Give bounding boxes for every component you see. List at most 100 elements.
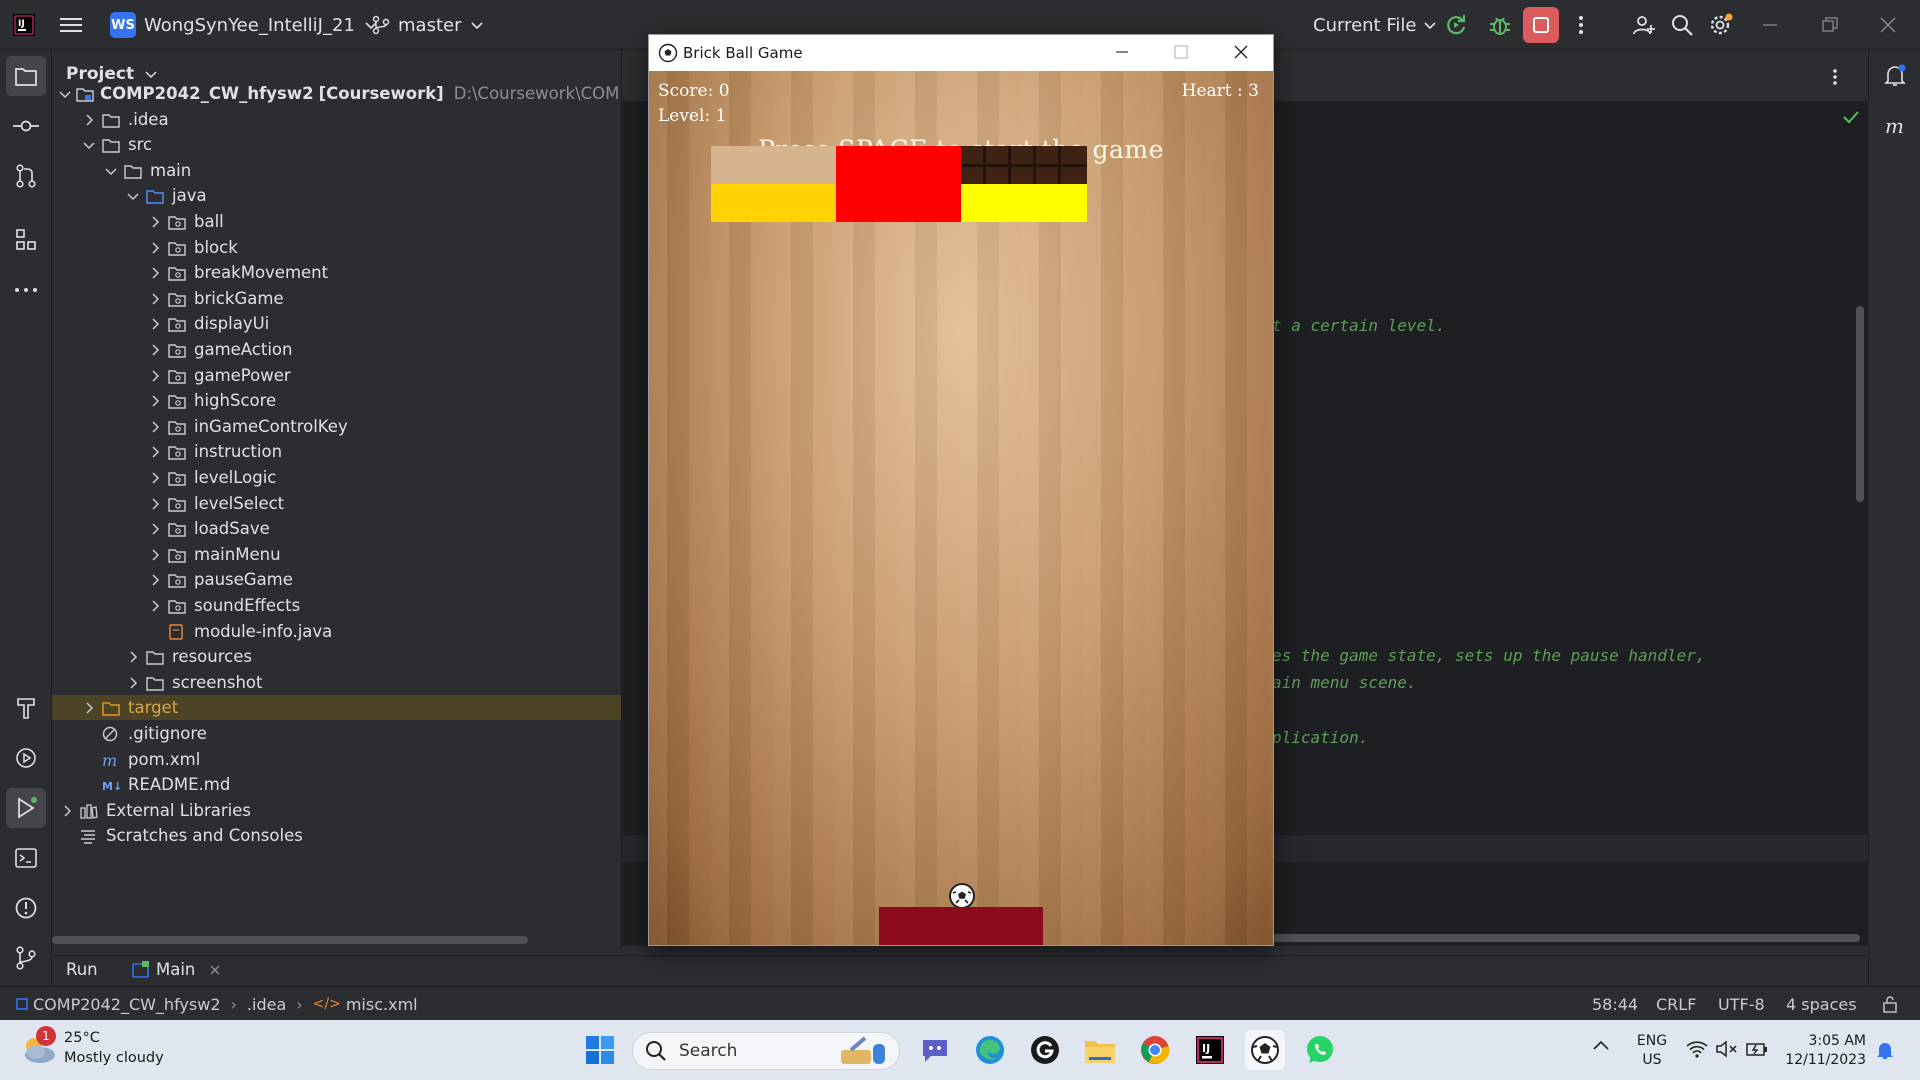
editor-more-icon[interactable] bbox=[1832, 68, 1838, 86]
brick-ball-game-taskbar-icon[interactable] bbox=[1245, 1030, 1285, 1070]
chevron-down-icon[interactable] bbox=[80, 138, 98, 152]
windows-start-icon[interactable] bbox=[580, 1030, 620, 1070]
tree-item[interactable]: External Libraries bbox=[52, 798, 621, 823]
tree-item[interactable]: ball bbox=[52, 209, 621, 234]
chevron-right-icon[interactable] bbox=[58, 804, 76, 818]
file-encoding[interactable]: UTF-8 bbox=[1718, 987, 1765, 1021]
chrome-browser-icon[interactable] bbox=[1135, 1030, 1175, 1070]
game-window-titlebar[interactable]: Brick Ball Game bbox=[649, 35, 1273, 71]
edge-browser-icon[interactable] bbox=[970, 1030, 1010, 1070]
tree-item[interactable]: block bbox=[52, 235, 621, 260]
breadcrumb-item[interactable]: .idea bbox=[247, 995, 286, 1014]
run-tab-main[interactable]: Main bbox=[132, 960, 221, 979]
branch-selector[interactable]: master bbox=[372, 0, 485, 50]
services-icon[interactable] bbox=[6, 738, 46, 778]
code-comment-line[interactable]: es the game state, sets up the pause han… bbox=[1272, 646, 1705, 665]
tree-item[interactable]: .gitignore bbox=[52, 721, 621, 746]
chevron-right-icon[interactable] bbox=[146, 497, 164, 511]
tree-item[interactable]: m pom.xml bbox=[52, 747, 621, 772]
chevron-down-icon[interactable] bbox=[102, 164, 120, 178]
tree-item[interactable]: module-info.java bbox=[52, 619, 621, 644]
tree-item[interactable]: brickGame bbox=[52, 286, 621, 311]
commit-icon[interactable] bbox=[6, 106, 46, 146]
lock-icon[interactable] bbox=[1882, 987, 1898, 1021]
indent-setting[interactable]: 4 spaces bbox=[1786, 987, 1857, 1021]
chevron-right-icon[interactable] bbox=[146, 394, 164, 408]
terminal-icon[interactable] bbox=[6, 838, 46, 878]
chevron-right-icon[interactable] bbox=[146, 420, 164, 434]
chevron-right-icon[interactable] bbox=[146, 445, 164, 459]
whatsapp-icon[interactable] bbox=[1300, 1030, 1340, 1070]
battery-icon[interactable] bbox=[1746, 1040, 1768, 1058]
project-selector[interactable]: WS WongSynYee_IntelliJ_21 bbox=[110, 0, 379, 50]
chevron-right-icon[interactable] bbox=[124, 650, 142, 664]
input-language[interactable]: ENG US bbox=[1634, 1032, 1670, 1070]
settings-icon[interactable] bbox=[1708, 0, 1734, 50]
chevron-right-icon[interactable] bbox=[146, 369, 164, 383]
chevron-up-icon[interactable] bbox=[1592, 1038, 1610, 1052]
chevron-right-icon[interactable] bbox=[146, 522, 164, 536]
line-separator[interactable]: CRLF bbox=[1656, 987, 1696, 1021]
tree-item[interactable]: target bbox=[52, 695, 621, 720]
tree-item[interactable]: inGameControlKey bbox=[52, 414, 621, 439]
game-maximize-icon[interactable] bbox=[1174, 45, 1188, 59]
problems-icon[interactable] bbox=[6, 888, 46, 928]
notification-bell-icon[interactable] bbox=[1876, 1040, 1894, 1060]
tree-item[interactable]: gamePower bbox=[52, 363, 621, 388]
search-icon[interactable] bbox=[1670, 0, 1694, 50]
tree-item[interactable]: instruction bbox=[52, 439, 621, 464]
game-close-icon[interactable] bbox=[1233, 44, 1249, 60]
intellij-taskbar-icon[interactable]: IJ bbox=[1190, 1030, 1230, 1070]
chevron-right-icon[interactable] bbox=[146, 292, 164, 306]
chevron-right-icon[interactable] bbox=[146, 343, 164, 357]
tree-item[interactable]: gameAction bbox=[52, 337, 621, 362]
tree-item[interactable]: .idea bbox=[52, 107, 621, 132]
more-actions-icon[interactable] bbox=[1578, 0, 1584, 50]
structure-icon[interactable] bbox=[6, 220, 46, 260]
chevron-down-icon[interactable] bbox=[124, 189, 142, 203]
tree-item[interactable]: soundEffects bbox=[52, 593, 621, 618]
tree-item[interactable]: Scratches and Consoles bbox=[52, 823, 621, 848]
game-canvas[interactable]: Score: 0 Level: 1 Heart : 3 Press SPACE … bbox=[649, 71, 1273, 945]
chevron-right-icon[interactable] bbox=[124, 676, 142, 690]
tree-item[interactable]: highScore bbox=[52, 388, 621, 413]
restore-icon[interactable] bbox=[1822, 0, 1838, 50]
tree-item[interactable]: screenshot bbox=[52, 670, 621, 695]
project-horizontal-scrollbar[interactable] bbox=[52, 936, 528, 944]
stop-button[interactable] bbox=[1523, 0, 1559, 50]
chevron-right-icon[interactable] bbox=[146, 266, 164, 280]
add-user-icon[interactable] bbox=[1632, 0, 1656, 50]
chevron-down-icon[interactable] bbox=[58, 87, 72, 101]
file-explorer-icon[interactable] bbox=[1080, 1030, 1120, 1070]
close-icon[interactable] bbox=[1880, 0, 1896, 50]
build-icon[interactable] bbox=[6, 688, 46, 728]
git-icon[interactable] bbox=[6, 938, 46, 978]
more-tools-icon[interactable] bbox=[6, 270, 46, 310]
wifi-icon[interactable] bbox=[1686, 1040, 1708, 1058]
rerun-icon[interactable] bbox=[1444, 0, 1468, 50]
chevron-right-icon[interactable] bbox=[146, 317, 164, 331]
github-desktop-icon[interactable] bbox=[1025, 1030, 1065, 1070]
tree-item[interactable]: levelSelect bbox=[52, 491, 621, 516]
breadcrumb-item[interactable]: misc.xml bbox=[346, 995, 418, 1014]
breadcrumb-item[interactable]: COMP2042_CW_hfysw2 bbox=[33, 995, 221, 1014]
chevron-right-icon[interactable] bbox=[146, 241, 164, 255]
tree-item[interactable]: M↓ README.md bbox=[52, 772, 621, 797]
volume-muted-icon[interactable] bbox=[1716, 1040, 1738, 1058]
chevron-right-icon[interactable] bbox=[146, 573, 164, 587]
chevron-right-icon[interactable] bbox=[80, 113, 98, 127]
close-tab-icon[interactable] bbox=[209, 964, 221, 976]
run-tool-icon[interactable] bbox=[6, 788, 46, 828]
tree-item[interactable]: loadSave bbox=[52, 516, 621, 541]
weather-widget[interactable]: 1 25°C Mostly cloudy bbox=[18, 1026, 164, 1068]
tree-item[interactable]: COMP2042_CW_hfysw2 [Coursework] D:\Coursew… bbox=[52, 81, 621, 106]
code-comment-line[interactable]: plication. bbox=[1272, 728, 1368, 747]
tree-item[interactable]: java bbox=[52, 183, 621, 208]
run-tool-title[interactable]: Run bbox=[66, 960, 98, 979]
caret-position[interactable]: 58:44 bbox=[1592, 987, 1638, 1021]
tree-item[interactable]: displayUi bbox=[52, 311, 621, 336]
tree-item[interactable]: src bbox=[52, 132, 621, 157]
teams-chat-icon[interactable] bbox=[915, 1030, 955, 1070]
taskbar-search-box[interactable]: Search bbox=[632, 1032, 900, 1070]
system-clock[interactable]: 3:05 AM 12/11/2023 bbox=[1778, 1032, 1866, 1070]
